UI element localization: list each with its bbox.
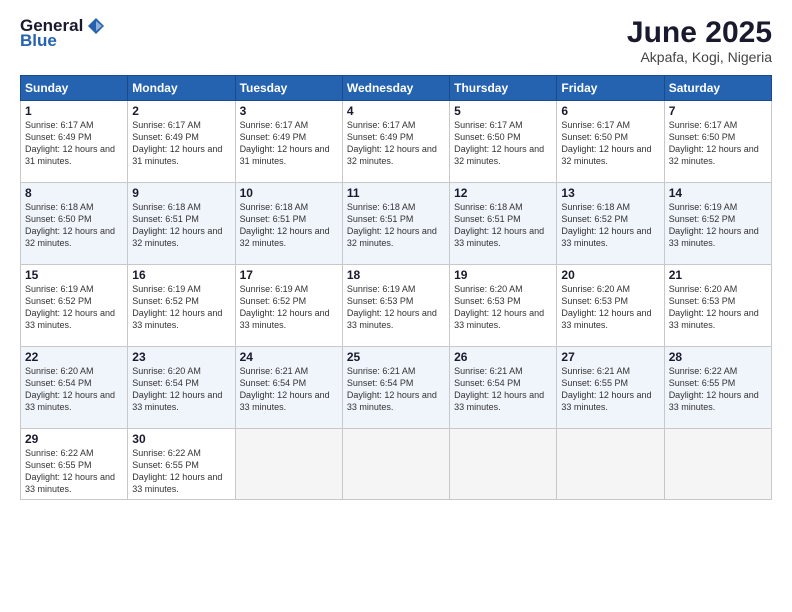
table-row: 22 Sunrise: 6:20 AMSunset: 6:54 PMDaylig… (21, 347, 128, 429)
table-row: 14 Sunrise: 6:19 AMSunset: 6:52 PMDaylig… (664, 183, 771, 265)
page: General Blue June 2025 Akpafa, Kogi, Nig… (0, 0, 792, 612)
table-row: 12 Sunrise: 6:18 AMSunset: 6:51 PMDaylig… (450, 183, 557, 265)
col-thursday: Thursday (450, 76, 557, 101)
table-row: 15 Sunrise: 6:19 AMSunset: 6:52 PMDaylig… (21, 265, 128, 347)
table-row: 16 Sunrise: 6:19 AMSunset: 6:52 PMDaylig… (128, 265, 235, 347)
table-row: 17 Sunrise: 6:19 AMSunset: 6:52 PMDaylig… (235, 265, 342, 347)
empty-cell (342, 429, 449, 500)
table-row: 29 Sunrise: 6:22 AMSunset: 6:55 PMDaylig… (21, 429, 128, 500)
table-row: 24 Sunrise: 6:21 AMSunset: 6:54 PMDaylig… (235, 347, 342, 429)
col-sunday: Sunday (21, 76, 128, 101)
table-row: 23 Sunrise: 6:20 AMSunset: 6:54 PMDaylig… (128, 347, 235, 429)
title-section: June 2025 Akpafa, Kogi, Nigeria (627, 16, 772, 65)
week-row: 22 Sunrise: 6:20 AMSunset: 6:54 PMDaylig… (21, 347, 772, 429)
calendar-title: June 2025 (627, 16, 772, 49)
empty-cell (235, 429, 342, 500)
week-row: 8 Sunrise: 6:18 AMSunset: 6:50 PMDayligh… (21, 183, 772, 265)
empty-cell (664, 429, 771, 500)
week-row: 15 Sunrise: 6:19 AMSunset: 6:52 PMDaylig… (21, 265, 772, 347)
calendar-table: Sunday Monday Tuesday Wednesday Thursday… (20, 75, 772, 500)
col-wednesday: Wednesday (342, 76, 449, 101)
table-row: 27 Sunrise: 6:21 AMSunset: 6:55 PMDaylig… (557, 347, 664, 429)
table-row: 7 Sunrise: 6:17 AMSunset: 6:50 PMDayligh… (664, 101, 771, 183)
col-saturday: Saturday (664, 76, 771, 101)
col-friday: Friday (557, 76, 664, 101)
header: General Blue June 2025 Akpafa, Kogi, Nig… (20, 16, 772, 65)
table-row: 8 Sunrise: 6:18 AMSunset: 6:50 PMDayligh… (21, 183, 128, 265)
table-row: 1 Sunrise: 6:17 AMSunset: 6:49 PMDayligh… (21, 101, 128, 183)
col-monday: Monday (128, 76, 235, 101)
logo: General Blue (20, 16, 106, 51)
table-row: 28 Sunrise: 6:22 AMSunset: 6:55 PMDaylig… (664, 347, 771, 429)
header-row: Sunday Monday Tuesday Wednesday Thursday… (21, 76, 772, 101)
table-row: 9 Sunrise: 6:18 AMSunset: 6:51 PMDayligh… (128, 183, 235, 265)
table-row: 30 Sunrise: 6:22 AMSunset: 6:55 PMDaylig… (128, 429, 235, 500)
logo-icon (86, 16, 106, 36)
table-row: 4 Sunrise: 6:17 AMSunset: 6:49 PMDayligh… (342, 101, 449, 183)
table-row: 26 Sunrise: 6:21 AMSunset: 6:54 PMDaylig… (450, 347, 557, 429)
table-row: 20 Sunrise: 6:20 AMSunset: 6:53 PMDaylig… (557, 265, 664, 347)
empty-cell (450, 429, 557, 500)
table-row: 13 Sunrise: 6:18 AMSunset: 6:52 PMDaylig… (557, 183, 664, 265)
table-row: 10 Sunrise: 6:18 AMSunset: 6:51 PMDaylig… (235, 183, 342, 265)
logo-blue: Blue (20, 32, 57, 51)
table-row: 5 Sunrise: 6:17 AMSunset: 6:50 PMDayligh… (450, 101, 557, 183)
table-row: 19 Sunrise: 6:20 AMSunset: 6:53 PMDaylig… (450, 265, 557, 347)
table-row: 25 Sunrise: 6:21 AMSunset: 6:54 PMDaylig… (342, 347, 449, 429)
table-row: 2 Sunrise: 6:17 AMSunset: 6:49 PMDayligh… (128, 101, 235, 183)
table-row: 21 Sunrise: 6:20 AMSunset: 6:53 PMDaylig… (664, 265, 771, 347)
empty-cell (557, 429, 664, 500)
calendar-subtitle: Akpafa, Kogi, Nigeria (627, 49, 772, 65)
week-row: 1 Sunrise: 6:17 AMSunset: 6:49 PMDayligh… (21, 101, 772, 183)
table-row: 6 Sunrise: 6:17 AMSunset: 6:50 PMDayligh… (557, 101, 664, 183)
table-row: 3 Sunrise: 6:17 AMSunset: 6:49 PMDayligh… (235, 101, 342, 183)
week-row: 29 Sunrise: 6:22 AMSunset: 6:55 PMDaylig… (21, 429, 772, 500)
col-tuesday: Tuesday (235, 76, 342, 101)
table-row: 11 Sunrise: 6:18 AMSunset: 6:51 PMDaylig… (342, 183, 449, 265)
table-row: 18 Sunrise: 6:19 AMSunset: 6:53 PMDaylig… (342, 265, 449, 347)
